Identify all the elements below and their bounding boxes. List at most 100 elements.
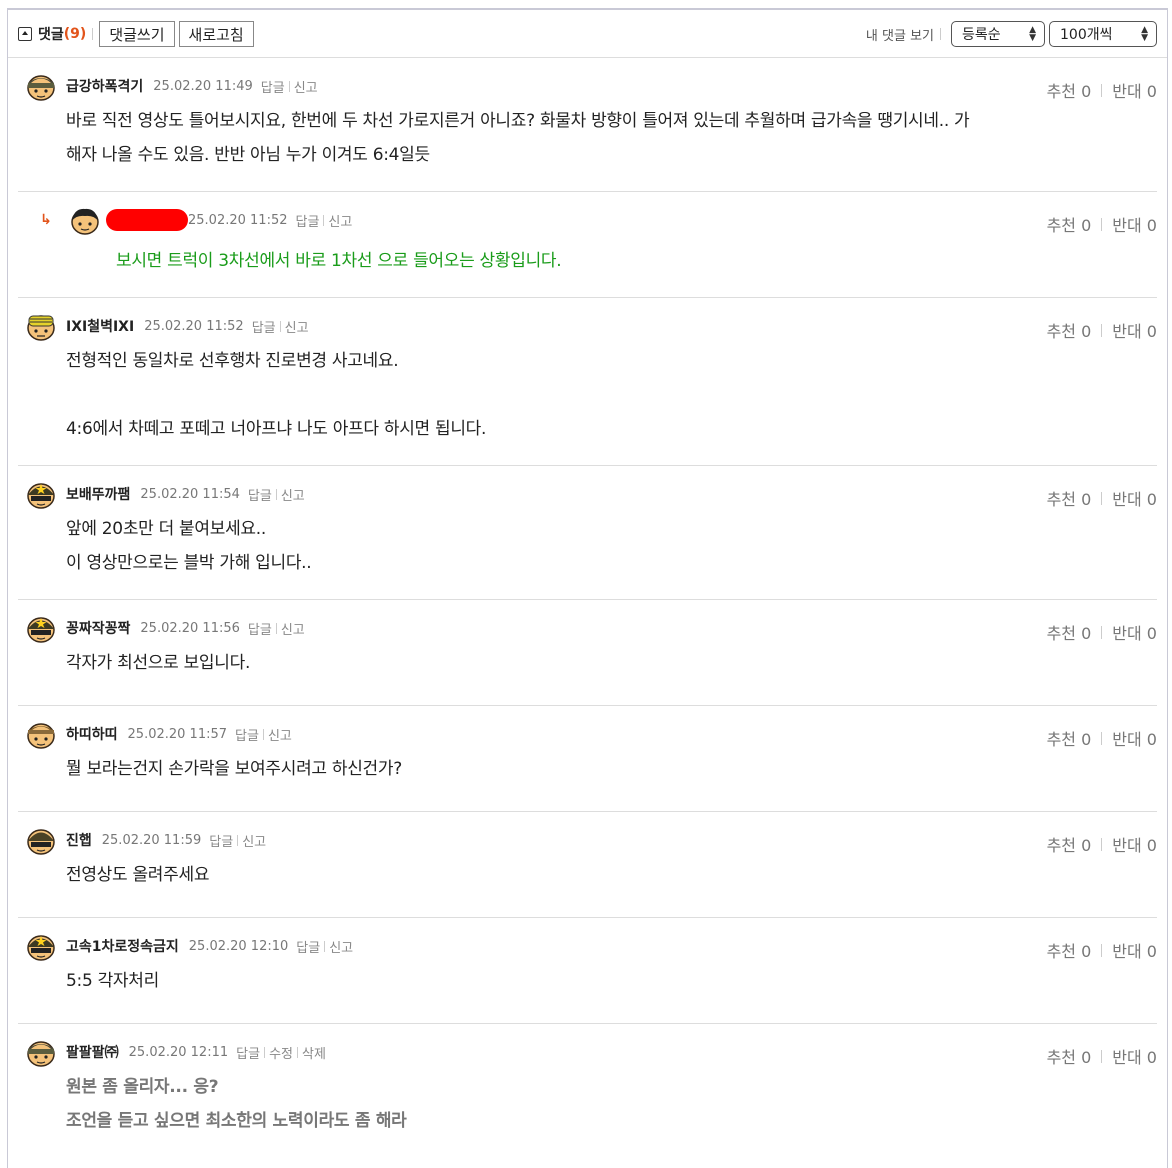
avatar[interactable] [26,1039,56,1067]
reply-link[interactable]: 답글 [209,831,233,850]
comment-toolbar: 댓글 (9) 댓글쓰기 새로고침 내 댓글 보기 등록순 ▲ ▼ 100개씩 ▲ ▼ [8,10,1167,58]
reply-link[interactable]: 답글 [296,211,320,230]
comment-date: 25.02.20 11:52 [188,212,288,228]
divider [1101,83,1103,97]
comment-body: 원본 좀 올리자... 응? 조언을 듣고 싶으면 최소한의 노력이라도 좀 해… [66,1070,1106,1138]
oppose-button[interactable]: 반대 0 [1112,938,1157,962]
comment-line: 보시면 트럭이 3차선에서 바로 1차선 으로 들어오는 상황입니다. [116,251,562,271]
oppose-button[interactable]: 반대 0 [1112,726,1157,750]
vote-box: 추천 0 반대 0 [1047,726,1157,750]
comment-date: 25.02.20 11:56 [140,620,240,636]
refresh-button[interactable]: 새로고침 [178,21,254,47]
comment-line: 해자 나올 수도 있음. 반반 아님 누가 이겨도 6:4일듯 [66,145,430,165]
comment-author[interactable]: 고속1차로정속금지 [66,936,179,956]
avatar[interactable] [26,615,56,643]
comment-author[interactable]: 하띠하띠 [66,724,118,744]
comment-body: 앞에 20초만 더 붙여보세요.. 이 영상만으로는 블박 가해 입니다.. [66,512,1106,580]
report-link[interactable]: 신고 [285,317,309,336]
reply-link[interactable]: 답글 [248,485,272,504]
oppose-button[interactable]: 반대 0 [1112,1044,1157,1068]
reply-link[interactable]: 답글 [252,317,276,336]
comment-author[interactable]: 급강하폭격기 [66,76,143,96]
comment-body: 각자가 최선으로 보입니다. [66,646,1106,680]
comment-line: 전영상도 올려주세요 [66,865,210,885]
comment-author[interactable]: 보배뚜까팸 [66,484,130,504]
comment-date: 25.02.20 12:10 [188,938,289,954]
write-comment-button[interactable]: 댓글쓰기 [99,21,175,47]
recommend-button[interactable]: 추천 0 [1047,620,1092,644]
comment-body: 바로 직전 영상도 틀어보시지요, 한번에 두 차선 가로지른거 아니죠? 화물… [66,104,1106,172]
recommend-button[interactable]: 추천 0 [1047,832,1092,856]
recommend-button[interactable]: 추천 0 [1047,938,1092,962]
recommend-button[interactable]: 추천 0 [1047,486,1092,510]
report-link[interactable]: 신고 [294,77,318,96]
my-comments-link[interactable]: 내 댓글 보기 [866,25,934,44]
reply-link[interactable]: 답글 [235,725,259,744]
delete-link[interactable]: 삭제 [302,1043,326,1062]
comment-author[interactable]: 꽁짜작꽁짝 [66,618,130,638]
divider [1101,1049,1103,1063]
divider [1101,491,1103,505]
avatar[interactable] [26,481,56,509]
recommend-button[interactable]: 추천 0 [1047,318,1092,342]
oppose-button[interactable]: 반대 0 [1112,620,1157,644]
comments-title: 댓글 [38,27,64,43]
oppose-button[interactable]: 반대 0 [1112,318,1157,342]
oppose-button[interactable]: 반대 0 [1112,832,1157,856]
comment-author[interactable]: IXI철벽IXI [66,316,134,336]
sort-select[interactable]: 등록순 ▲ ▼ [951,21,1045,47]
comment-item-reply: ↳ 25.02.20 11:52 답글 신고 추천 0 반대 0 보시면 트럭이… [18,192,1157,298]
comment-line: 원본 좀 올리자... 응? [66,1077,219,1097]
select-arrows-icon: ▲ ▼ [1029,25,1036,43]
collapse-icon[interactable] [18,27,32,41]
report-link[interactable]: 신고 [328,211,352,230]
avatar[interactable] [26,73,56,101]
reply-link[interactable]: 답글 [248,619,272,638]
report-link[interactable]: 신고 [329,937,353,956]
reply-link[interactable]: 답글 [261,77,285,96]
comment-item: 급강하폭격기 25.02.20 11:49 답글 신고 추천 0 반대 0 바로… [18,58,1157,192]
report-link[interactable]: 신고 [281,619,305,638]
oppose-button[interactable]: 반대 0 [1112,212,1157,236]
avatar[interactable] [26,313,56,341]
report-link[interactable]: 신고 [242,831,266,850]
comment-author[interactable]: 진햅 [66,830,92,850]
comment-line [66,378,1106,412]
page-size-select[interactable]: 100개씩 ▲ ▼ [1049,21,1157,47]
report-link[interactable]: 신고 [281,485,305,504]
divider [296,1046,298,1058]
divider [1101,943,1103,957]
redacted-author [106,209,188,231]
comment-date: 25.02.20 11:52 [144,318,244,334]
vote-box: 추천 0 반대 0 [1047,620,1157,644]
comment-body: 뭘 보라는건지 손가락을 보여주시려고 하신건가? [66,752,1106,786]
comment-body: 전영상도 올려주세요 [66,858,1106,892]
oppose-button[interactable]: 반대 0 [1112,78,1157,102]
divider [288,80,290,92]
avatar[interactable] [70,207,100,235]
vote-box: 추천 0 반대 0 [1047,1044,1157,1068]
divider [324,940,326,952]
reply-link[interactable]: 답글 [236,1043,260,1062]
comments-count: (9) [63,26,87,42]
vote-box: 추천 0 반대 0 [1047,938,1157,962]
recommend-button[interactable]: 추천 0 [1047,726,1092,750]
avatar[interactable] [26,721,56,749]
vote-box: 추천 0 반대 0 [1047,212,1157,236]
recommend-button[interactable]: 추천 0 [1047,78,1092,102]
comment-item: 팔팔팔㈜ 25.02.20 12:11 답글 수정 삭제 추천 0 반대 0 원… [18,1024,1157,1158]
report-link[interactable]: 신고 [268,725,292,744]
divider [275,622,277,634]
recommend-button[interactable]: 추천 0 [1047,1044,1092,1068]
avatar[interactable] [26,933,56,961]
page-size-select-value: 100개씩 [1060,27,1113,43]
recommend-button[interactable]: 추천 0 [1047,212,1092,236]
comment-date: 25.02.20 11:54 [140,486,240,502]
reply-link[interactable]: 답글 [296,937,320,956]
comment-date: 25.02.20 12:11 [128,1044,229,1060]
vote-box: 추천 0 반대 0 [1047,832,1157,856]
edit-link[interactable]: 수정 [269,1043,293,1062]
comment-author[interactable]: 팔팔팔㈜ [66,1042,119,1062]
oppose-button[interactable]: 반대 0 [1112,486,1157,510]
avatar[interactable] [26,827,56,855]
